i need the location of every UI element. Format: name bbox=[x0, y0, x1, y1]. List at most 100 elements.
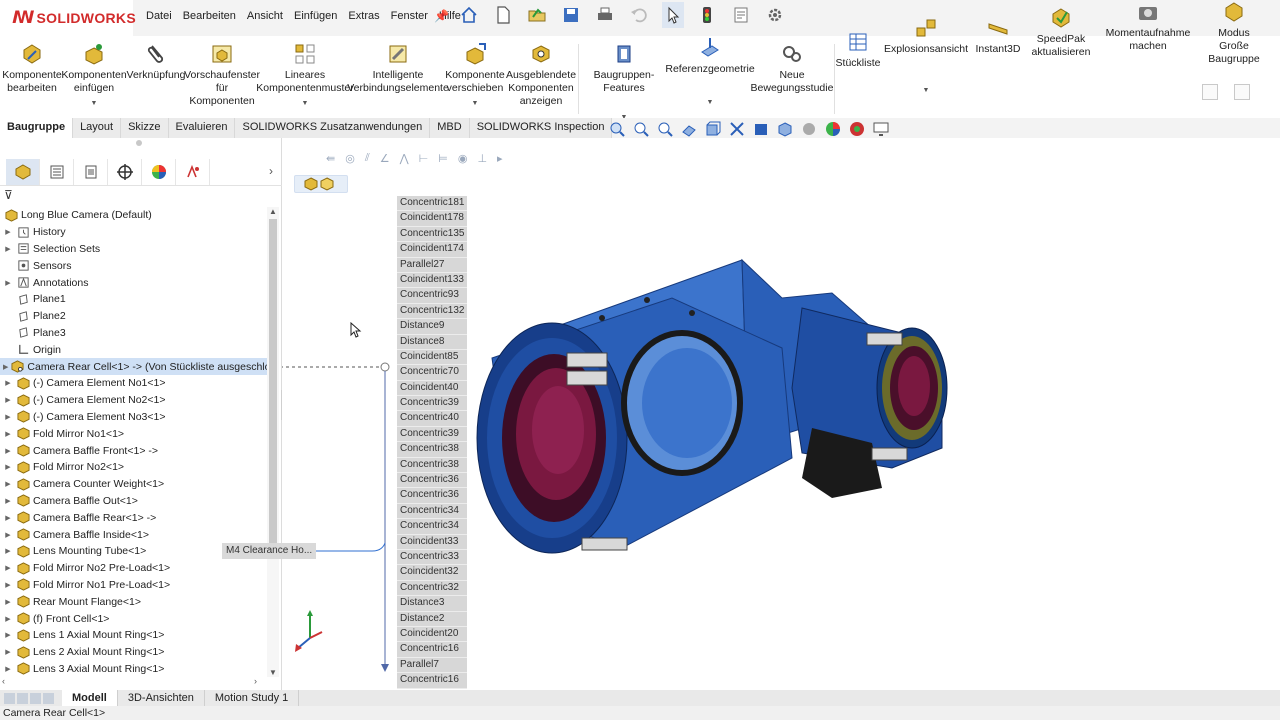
filter-icon[interactable]: ⊽ bbox=[4, 188, 13, 202]
tree-item[interactable]: ▶ Camera Counter Weight<1> bbox=[0, 476, 268, 493]
scroll-left-icon[interactable]: ‹ bbox=[2, 676, 5, 686]
traffic-light-icon[interactable] bbox=[696, 2, 718, 28]
expand-arrow-icon[interactable]: ▶ bbox=[3, 547, 13, 555]
tree-item[interactable]: ▶ Camera Rear Cell<1> -> (Von Stückliste … bbox=[0, 358, 268, 375]
clearance-hole-label[interactable]: M4 Clearance Ho... bbox=[222, 543, 317, 559]
save-icon[interactable] bbox=[560, 2, 582, 28]
tree-item[interactable]: ▶ Fold Mirror No1<1> bbox=[0, 425, 268, 442]
tree-horizontal-scrollbar[interactable]: ‹ › bbox=[0, 676, 268, 688]
tree-item[interactable]: ▶ Lens 1 Axial Mount Ring<1> bbox=[0, 627, 268, 644]
expand-arrow-icon[interactable]: ▶ bbox=[3, 631, 13, 639]
hide-show-items-icon[interactable] bbox=[776, 120, 794, 138]
tree-item[interactable]: ▶ Lens 3 Axial Mount Ring<1> bbox=[0, 661, 268, 675]
scroll-thumb[interactable] bbox=[269, 219, 277, 549]
expand-arrow-icon[interactable]: ▶ bbox=[3, 531, 13, 539]
speedpak-button[interactable]: SpeedPak aktualisieren bbox=[1028, 6, 1094, 59]
tree-item[interactable]: ▶ Annotations bbox=[0, 274, 268, 291]
expand-arrow-icon[interactable]: ▶ bbox=[3, 363, 8, 371]
edit-appearance-icon[interactable] bbox=[800, 120, 818, 138]
insert-components-button[interactable]: Komponenten einfügen ▼ bbox=[61, 42, 127, 110]
select-cursor-icon[interactable] bbox=[662, 2, 684, 28]
exploded-view-button[interactable]: Explosionsansicht ▼ bbox=[884, 16, 968, 97]
display-manager-tab[interactable] bbox=[142, 158, 176, 185]
undo-icon[interactable] bbox=[628, 2, 650, 28]
tree-item[interactable]: ▶ Camera Baffle Front<1> -> bbox=[0, 442, 268, 459]
tab-motion-study-1[interactable]: Motion Study 1 bbox=[205, 690, 300, 706]
open-folder-icon[interactable] bbox=[526, 2, 548, 28]
solidworks-logo[interactable]: ꟿ SOLIDWORKS bbox=[0, 0, 136, 36]
tree-item[interactable]: ▶ (-) Camera Element No3<1> bbox=[0, 409, 268, 426]
zoom-to-area-icon[interactable] bbox=[632, 120, 650, 138]
camera-assembly-model[interactable] bbox=[472, 238, 972, 601]
menu-bearbeiten[interactable]: Bearbeiten bbox=[183, 10, 236, 22]
expand-arrow-icon[interactable]: ▶ bbox=[3, 564, 13, 572]
tab-baugruppe[interactable]: Baugruppe bbox=[0, 118, 74, 138]
restore-window-icon[interactable] bbox=[1202, 84, 1218, 100]
tree-item[interactable]: ▶ (-) Camera Element No2<1> bbox=[0, 392, 268, 409]
expand-arrow-icon[interactable]: ▶ bbox=[3, 615, 13, 623]
configuration-manager-tab[interactable] bbox=[74, 158, 108, 185]
options-gear-icon[interactable] bbox=[764, 2, 786, 28]
tree-item[interactable]: ▶ Camera Baffle Inside<1> bbox=[0, 526, 268, 543]
expand-arrow-icon[interactable]: ▶ bbox=[3, 648, 13, 656]
large-assembly-mode-button[interactable]: Modus Große Baugruppe bbox=[1200, 0, 1268, 66]
home-icon[interactable] bbox=[458, 2, 480, 28]
property-manager-tab[interactable] bbox=[40, 158, 74, 185]
move-component-dropdown-icon[interactable]: ▼ bbox=[472, 97, 479, 110]
panel-grip-icon[interactable] bbox=[136, 140, 142, 146]
expand-arrow-icon[interactable]: ▶ bbox=[3, 598, 13, 606]
tree-item[interactable]: ▶ (f) Front Cell<1> bbox=[0, 610, 268, 627]
apply-scene-icon[interactable] bbox=[824, 120, 842, 138]
component-preview-button[interactable]: Vorschaufenster für Komponenten bbox=[184, 42, 260, 108]
tree-item[interactable]: Plane2 bbox=[0, 308, 268, 325]
expand-arrow-icon[interactable]: ▶ bbox=[3, 480, 13, 488]
expand-arrow-icon[interactable]: ▶ bbox=[3, 245, 13, 253]
last-tab-icon[interactable] bbox=[43, 692, 54, 704]
scroll-up-icon[interactable]: ▲ bbox=[269, 207, 277, 216]
expand-arrow-icon[interactable]: ▶ bbox=[3, 514, 13, 522]
tree-item[interactable]: ▶ Camera Baffle Out<1> bbox=[0, 493, 268, 510]
insert-components-dropdown-icon[interactable]: ▼ bbox=[91, 97, 98, 110]
view-settings-icon[interactable] bbox=[848, 120, 866, 138]
tree-item[interactable]: ▶ Fold Mirror No1 Pre-Load<1> bbox=[0, 577, 268, 594]
menu-einfuegen[interactable]: Einfügen bbox=[294, 10, 337, 22]
linear-pattern-button[interactable]: Lineares Komponentenmuster ▼ bbox=[256, 42, 354, 110]
menu-datei[interactable]: Datei bbox=[146, 10, 172, 22]
move-component-button[interactable]: Komponente verschieben ▼ bbox=[444, 42, 506, 110]
tab-skizze[interactable]: Skizze bbox=[121, 118, 169, 138]
expand-arrow-icon[interactable]: ▶ bbox=[3, 228, 13, 236]
dynamic-annotation-icon[interactable] bbox=[728, 120, 746, 138]
show-hidden-button[interactable]: Ausgeblendete Komponenten anzeigen bbox=[506, 42, 576, 108]
expand-arrow-icon[interactable]: ▶ bbox=[3, 463, 13, 471]
expand-arrow-icon[interactable]: ▶ bbox=[3, 396, 13, 404]
view-orientation-icon[interactable] bbox=[704, 120, 722, 138]
file-properties-icon[interactable] bbox=[730, 2, 752, 28]
new-document-icon[interactable] bbox=[492, 2, 514, 28]
tree-item[interactable]: Sensors bbox=[0, 257, 268, 274]
zoom-to-fit-icon[interactable] bbox=[608, 120, 626, 138]
previous-view-icon[interactable] bbox=[656, 120, 674, 138]
tab-zusatzanwendungen[interactable]: SOLIDWORKS Zusatzanwendungen bbox=[235, 118, 431, 138]
instant3d-button[interactable]: Instant3D bbox=[968, 16, 1028, 56]
mate-button[interactable]: Verknüpfung bbox=[126, 42, 186, 82]
bom-button[interactable]: Stückliste bbox=[834, 30, 882, 70]
expand-arrow-icon[interactable]: ▶ bbox=[3, 581, 13, 589]
tree-item[interactable]: ▶ Selection Sets bbox=[0, 241, 268, 258]
dimxpert-manager-tab[interactable] bbox=[108, 158, 142, 185]
tree-item[interactable]: ▶ Camera Baffle Rear<1> -> bbox=[0, 509, 268, 526]
tree-vertical-scrollbar[interactable]: ▲ ▼ bbox=[267, 207, 279, 677]
menu-fenster[interactable]: Fenster bbox=[391, 10, 428, 22]
reference-geometry-dropdown-icon[interactable]: ▼ bbox=[707, 96, 714, 109]
tree-item[interactable]: ▶ Rear Mount Flange<1> bbox=[0, 593, 268, 610]
section-view-icon[interactable] bbox=[680, 120, 698, 138]
next-tab-icon[interactable] bbox=[30, 692, 41, 704]
assembly-features-button[interactable]: Baugruppen-Features ▼ bbox=[578, 42, 670, 124]
tree-root[interactable]: Long Blue Camera (Default) bbox=[0, 207, 268, 224]
expand-arrow-icon[interactable]: ▶ bbox=[3, 430, 13, 438]
new-motion-study-button[interactable]: Neue Bewegungsstudie bbox=[751, 42, 833, 95]
expand-arrow-icon[interactable]: ▶ bbox=[3, 413, 13, 421]
edit-component-button[interactable]: Komponente bearbeiten bbox=[2, 42, 62, 95]
first-tab-icon[interactable] bbox=[4, 692, 15, 704]
print-icon[interactable] bbox=[594, 2, 616, 28]
tree-item[interactable]: ▶ History bbox=[0, 224, 268, 241]
